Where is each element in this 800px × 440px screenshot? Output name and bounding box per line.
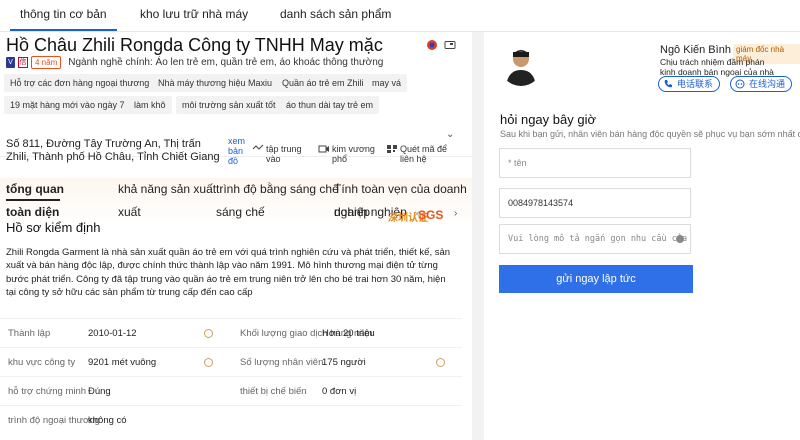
focus-icon (252, 144, 264, 150)
phone-icon (664, 80, 672, 88)
inquiry-subtitle: Sau khi bạn gửi, nhân viên bán hàng độc … (500, 129, 800, 139)
submit-button[interactable]: gửi ngay lập tức (499, 265, 693, 293)
verified-badge-icon: V (6, 57, 15, 68)
cell-value: 9201 mét vuông (88, 357, 157, 368)
tab-overview[interactable]: tổng quan (6, 178, 64, 201)
qr-code-icon (387, 145, 397, 153)
cell-value: 175 người (322, 357, 366, 368)
info-icon[interactable] (436, 358, 445, 367)
company-title: Hồ Châu Zhili Rongda Công ty TNHH May mặ… (6, 35, 383, 55)
name-field[interactable] (499, 148, 691, 178)
message-field[interactable]: Vui lòng mô tả ngắn gọn nhu cầu của bạn (499, 224, 691, 254)
cell-label: hỗ trợ chứng minh (8, 386, 87, 397)
medal-icon (427, 40, 437, 50)
feature-label: kim vương phổ (332, 144, 375, 164)
info-icon[interactable] (204, 329, 213, 338)
sgs-badge: SGS (418, 208, 444, 222)
tab-patents[interactable]: trình độ bằng sáng chế (216, 178, 339, 201)
trust-badge-icon: 信 (18, 57, 28, 68)
person-avatar-icon (500, 44, 542, 86)
tab-factory-archive[interactable]: kho lưu trữ nhà máy (140, 7, 248, 21)
message-placeholder: Vui lòng mô tả ngắn gọn nhu cầu của bạn (508, 234, 691, 244)
tag-chip[interactable]: áo thun dài tay trẻ em (280, 96, 380, 114)
cell-label: khu vực công ty (8, 357, 76, 368)
table-row: hỗ trợ chứng minh Đúng thiết bị chế biến… (0, 376, 462, 405)
cell-label: Số lượng nhân viên (240, 357, 324, 368)
avatar (500, 44, 542, 86)
chat-button[interactable]: 在线沟通 (730, 76, 793, 92)
video-icon (318, 145, 329, 153)
feature-kim-vuong[interactable]: kim vương phổ (318, 144, 378, 164)
main-business: Ngành nghề chính: Áo len trẻ em, quần tr… (68, 57, 384, 68)
tag-chip[interactable]: làm khô (128, 96, 172, 114)
chat-button-label: 在线沟通 (749, 79, 786, 89)
tab-patents-line2: sáng chế (216, 205, 265, 219)
tab-production-capacity[interactable]: khả năng sản xuất (118, 178, 216, 201)
tag-chip[interactable]: Quần áo trẻ em Zhili (276, 74, 370, 92)
tag-chip[interactable]: may vá (366, 74, 408, 92)
feature-scan-qr[interactable]: Quét mã để liên hệ (386, 144, 452, 164)
rep-name: Ngô Kiến Bình (660, 44, 731, 56)
badge-row: V 信 4 năm Ngành nghề chính: Áo len trẻ e… (6, 56, 383, 69)
phone-field[interactable] (499, 188, 691, 218)
table-row: Thành lập 2010-01-12 Khối lượng giao dịc… (0, 318, 462, 347)
tag-chip[interactable]: 19 mặt hàng mới vào ngày 7 (4, 96, 131, 114)
company-panel: Hồ Châu Zhili Rongda Công ty TNHH May mặ… (0, 32, 472, 440)
tag-chip[interactable]: Hỗ trợ các đơn hàng ngoại thương (4, 74, 156, 92)
chevron-right-icon[interactable]: › (454, 208, 457, 219)
feature-focus[interactable]: tập trung vào (252, 144, 304, 164)
section-title: Hồ sơ kiểm định (6, 220, 101, 235)
tab-product-list[interactable]: danh sách sản phẩm (280, 7, 391, 21)
table-row: khu vực công ty 9201 mét vuông Số lượng … (0, 347, 462, 376)
contact-panel: Ngô Kiến Bình giám đốc nhà máy Chịu trác… (484, 32, 800, 440)
tab-production-line2: xuất (118, 205, 141, 219)
cell-value: Đúng (88, 386, 111, 397)
tab-basic-info[interactable]: thông tin cơ bản (10, 7, 117, 31)
top-navigation: thông tin cơ bản kho lưu trữ nhà máy dan… (0, 0, 800, 32)
feature-label: tập trung vào (266, 144, 302, 164)
cell-value: 2010-01-12 (88, 328, 137, 339)
card-icon[interactable] (444, 39, 456, 51)
company-address: Số 811, Đường Tây Trường An, Thị trấn Zh… (6, 138, 220, 163)
tag-chip[interactable]: Nhà máy thương hiệu Maxiu (152, 74, 278, 92)
info-icon[interactable] (204, 358, 213, 367)
call-button[interactable]: 电话联系 (658, 76, 721, 92)
cell-value: không có (88, 415, 127, 426)
title-icons (426, 39, 456, 51)
company-description: Zhili Rongda Garment là nhà sản xuất quầ… (6, 247, 451, 298)
view-map-link[interactable]: xem bản đồ (228, 136, 248, 166)
tag-chip[interactable]: môi trường sản xuất tốt (176, 96, 282, 114)
years-badge: 4 năm (31, 56, 62, 69)
mic-icon[interactable] (676, 235, 684, 243)
cell-value: Hơn 20 triệu (322, 328, 375, 339)
table-row: trình độ ngoại thương không có (0, 405, 462, 434)
cell-label: thiết bị chế biến (240, 386, 307, 397)
chat-icon (735, 79, 745, 89)
call-button-label: 电话联系 (677, 79, 714, 89)
chevron-down-icon[interactable]: ⌄ (446, 129, 454, 140)
inquiry-title: hỏi ngay bây giờ (500, 112, 596, 127)
cell-label: Thành lập (8, 328, 51, 339)
feature-label: Quét mã để liên hệ (400, 144, 448, 164)
cell-label: trình độ ngoại thương (8, 415, 100, 426)
cell-value: 0 đơn vị (322, 386, 357, 397)
